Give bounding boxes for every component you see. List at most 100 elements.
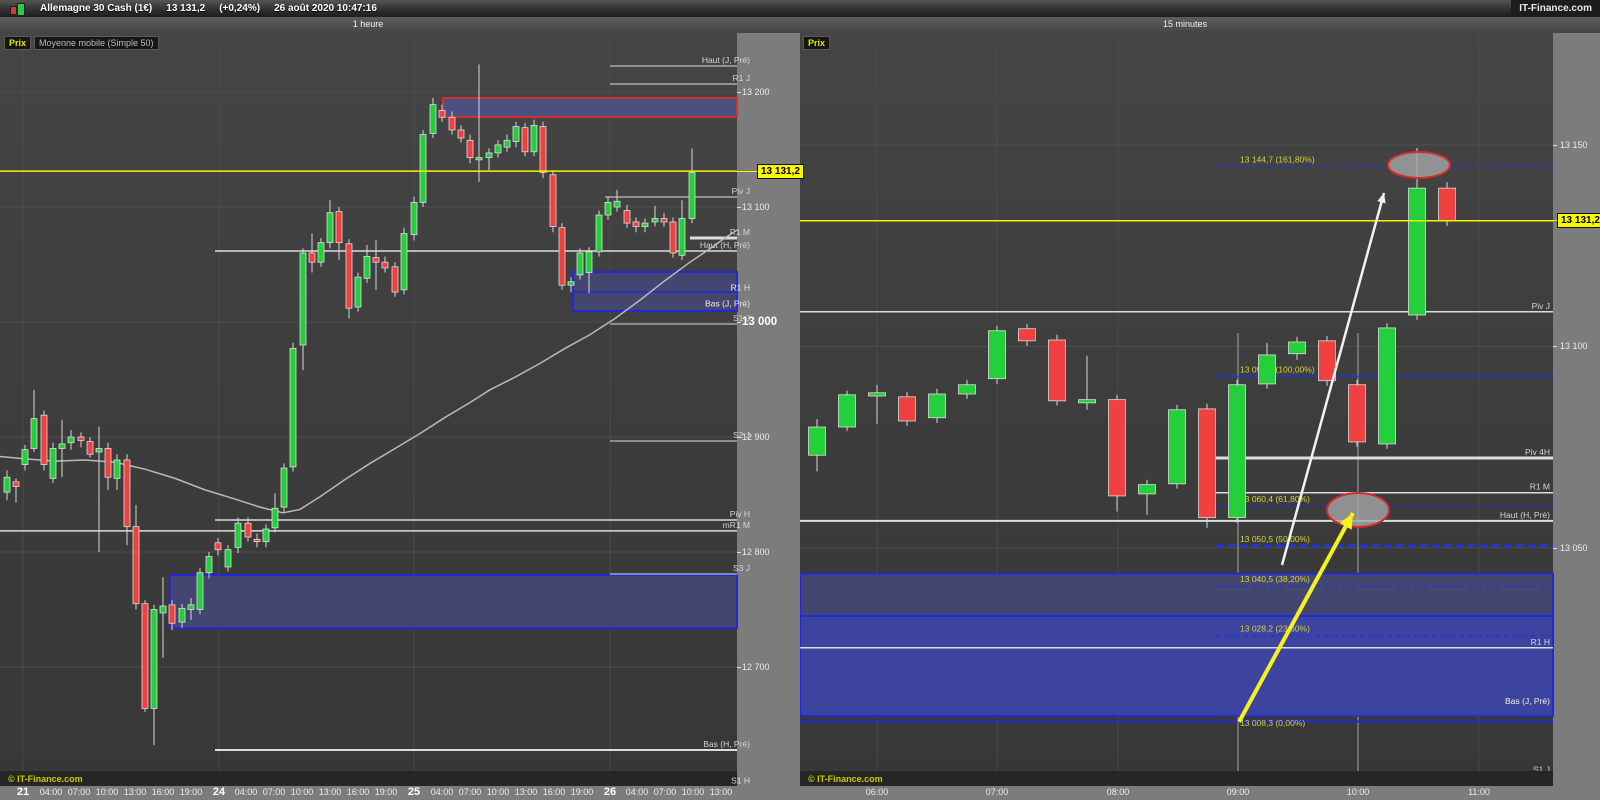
candle-up — [958, 384, 976, 395]
candlestick-icon — [8, 2, 26, 16]
candle-up — [868, 392, 886, 397]
time-axis-label: 16:00 — [151, 787, 175, 797]
level-label: S1 H — [731, 775, 750, 785]
candle-up — [234, 522, 242, 548]
time-axis-label: 09:00 — [1226, 787, 1250, 797]
price-change: (+0,24%) — [219, 3, 261, 14]
candle-up — [494, 144, 502, 154]
candle-up — [317, 242, 325, 263]
time-axis-label: 11:00 — [1468, 787, 1490, 797]
candle-up — [150, 609, 158, 709]
candle-down — [381, 261, 389, 269]
candle-down — [1018, 328, 1036, 342]
level-label: Piv J — [1532, 301, 1550, 311]
fib-label: 13 050,5 (50,00%) — [1240, 534, 1310, 544]
candle-up — [289, 348, 297, 468]
candle-up — [58, 443, 66, 449]
candle-up — [838, 394, 856, 428]
fib-label: 13 144,7 (161,80%) — [1240, 154, 1315, 164]
candle-up — [530, 124, 538, 153]
candle-up — [410, 201, 418, 235]
time-axis-label: 13:00 — [709, 787, 733, 797]
level-label: S3 J — [733, 563, 750, 573]
candle-up — [354, 276, 362, 308]
level-label: mR1 M — [723, 520, 750, 530]
fib-label: 13 008,3 (0,00%) — [1240, 718, 1305, 728]
candle-up — [299, 252, 307, 346]
candle-down — [632, 221, 640, 227]
candle-up — [187, 604, 195, 610]
time-axis-label: 16:00 — [542, 787, 566, 797]
left-chart-timeframe[interactable]: 1 heure — [353, 19, 384, 29]
candle-up — [1378, 327, 1396, 445]
level-label: Bas (H, Pré) — [703, 739, 750, 749]
instrument-name: Allemagne 30 Cash (1€) — [40, 3, 153, 14]
time-axis-label: 13:00 — [514, 787, 538, 797]
candle-up — [503, 139, 511, 148]
level-label: S2 J — [733, 430, 750, 440]
time-axis-label: 04:00 — [39, 787, 63, 797]
candle-up — [159, 605, 167, 614]
copyright-band — [0, 771, 737, 786]
candle-down — [466, 139, 474, 158]
candle-up — [585, 251, 593, 273]
highlight-ellipse — [1326, 492, 1390, 528]
candle-down — [1438, 187, 1456, 222]
time-axis-label: 10:00 — [681, 787, 705, 797]
candle-up — [205, 556, 213, 574]
time-axis-label: 10:00 — [95, 787, 119, 797]
candle-up — [1138, 484, 1156, 495]
candle-down — [623, 210, 631, 224]
left-prix-tag[interactable]: Prix — [4, 36, 32, 50]
candle-up — [988, 330, 1006, 380]
candle-down — [669, 221, 677, 254]
time-axis-label: 06:00 — [865, 787, 889, 797]
candle-down — [123, 459, 131, 528]
candle-up — [1228, 384, 1246, 519]
time-axis-label: 07:00 — [653, 787, 677, 797]
right-chart-timeframe[interactable]: 15 minutes — [1163, 19, 1207, 29]
level-label: R1 J — [733, 73, 750, 83]
time-axis-label: 19:00 — [179, 787, 203, 797]
time-axis-label: 19:00 — [374, 787, 398, 797]
candle-up — [595, 214, 603, 253]
candle-up — [196, 572, 204, 610]
candle-up — [485, 152, 493, 158]
right-chart-canvas[interactable]: Piv J Piv 4H R1 M Haut (H, Pré) R1 H Bas (J, … — [800, 33, 1600, 786]
candle-up — [567, 281, 575, 286]
copyright-label: © IT-Finance.com — [808, 774, 883, 784]
support-resistance-zone — [800, 614, 1554, 717]
right-last-price-box: 13 131,2 — [1557, 213, 1600, 228]
candle-down — [104, 448, 112, 478]
candle-up — [808, 426, 826, 456]
candle-up — [113, 459, 121, 479]
time-axis-label: 19:00 — [570, 787, 594, 797]
left-chart-canvas[interactable]: Haut (J, Pré)R1 JPiv JR1 MHaut (H, Pré)R… — [0, 33, 762, 786]
right-prix-tag[interactable]: Prix — [803, 36, 831, 50]
candle-down — [438, 109, 446, 118]
candle-down — [1048, 339, 1066, 402]
candle-up — [641, 222, 649, 227]
candle-down — [253, 538, 261, 543]
candle-down — [539, 126, 547, 173]
candle-up — [1288, 341, 1306, 355]
candle-down — [660, 218, 668, 223]
level-label: Haut (H, Pré) — [1500, 510, 1550, 520]
candle-up — [928, 393, 946, 419]
left-ma-tag[interactable]: Moyenne mobile (Simple 50) — [34, 36, 159, 50]
datetime: 26 août 2020 10:47:16 — [274, 3, 377, 14]
candle-down — [898, 396, 916, 422]
time-axis[interactable]: 21 04:00 07:00 10:00 13:00 16:00 19:00 24 04:00 0… — [0, 786, 1600, 800]
candle-down — [549, 174, 557, 227]
highlight-ellipse — [1387, 151, 1451, 179]
candle-up — [419, 134, 427, 203]
support-resistance-zone — [442, 96, 738, 118]
copyright-band — [800, 771, 1553, 786]
candle-down — [168, 604, 176, 624]
time-axis-label: 16:00 — [346, 787, 370, 797]
level-label: Piv 4H — [1525, 447, 1550, 457]
level-label: Bas (J, Pré) — [1505, 696, 1550, 706]
candle-down — [345, 243, 353, 309]
last-price: 13 131,2 — [166, 3, 206, 14]
candle-down — [308, 252, 316, 263]
